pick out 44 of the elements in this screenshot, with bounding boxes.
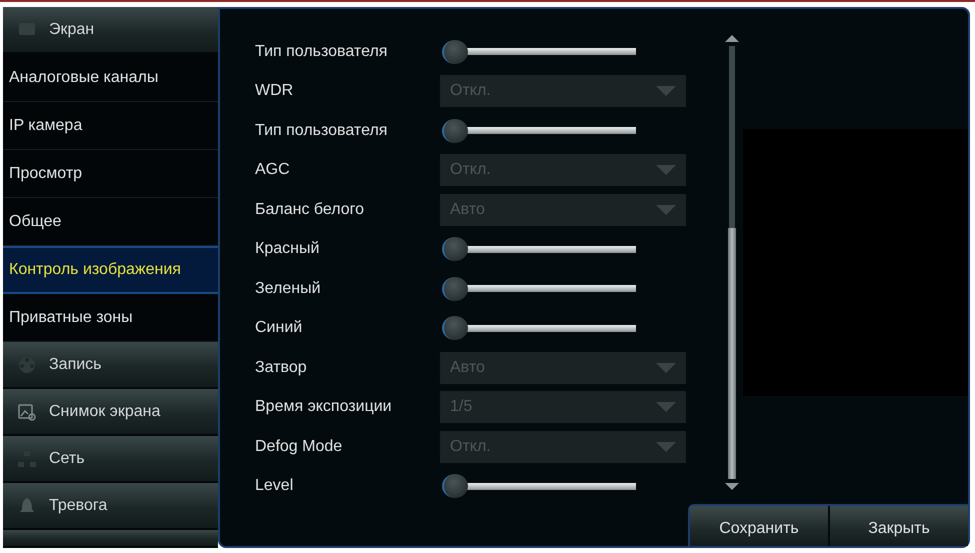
setting-label: Тип пользователя	[255, 42, 388, 61]
caret-icon	[656, 402, 676, 412]
menu-category[interactable]: Экран	[3, 7, 218, 54]
setting-label: Баланс белого	[255, 200, 366, 219]
image-icon	[17, 402, 37, 422]
setting-label: Тип пользователя	[255, 122, 388, 140]
menu-category[interactable]: Тревога	[3, 483, 218, 530]
film-icon	[17, 354, 37, 374]
setting-label: Синий	[255, 319, 304, 338]
setting-label: Время экспозиции	[255, 398, 393, 416]
caret-icon	[656, 165, 676, 176]
scroll-up-icon[interactable]	[725, 35, 739, 42]
network-icon	[17, 448, 37, 468]
setting-label: AGC	[255, 161, 291, 180]
slider-thumb[interactable]	[442, 276, 468, 301]
menu-category-label: Запись	[49, 356, 102, 374]
caret-icon	[656, 442, 676, 452]
setting-label: Defog Mode	[255, 438, 344, 456]
setting-label: Зеленый	[255, 280, 322, 298]
menu-item[interactable]: Контроль изображения	[3, 246, 218, 294]
menu-category-label: Тревога	[49, 496, 108, 514]
menu-category[interactable]: Запись	[3, 342, 218, 389]
scroll-down-icon[interactable]	[725, 483, 739, 490]
scrollbar-thumb[interactable]	[728, 228, 736, 479]
slider-thumb[interactable]	[442, 40, 468, 64]
scrollbar[interactable]	[724, 35, 740, 490]
caret-icon	[656, 362, 676, 373]
menu-category-label: Сеть	[49, 450, 85, 468]
slider-thumb[interactable]	[442, 118, 468, 143]
slider-thumb[interactable]	[442, 237, 468, 262]
caret-icon	[656, 204, 676, 215]
slider-thumb[interactable]	[442, 474, 468, 498]
setting-label: Красный	[255, 240, 320, 258]
menu-category-label: Снимок экрана	[49, 402, 160, 420]
setting-label: WDR	[255, 82, 294, 100]
menu-category[interactable]: Сеть	[3, 436, 218, 483]
menu-category[interactable]: Снимок экрана	[3, 389, 218, 436]
setting-label: Level	[255, 477, 294, 496]
menu-category-label: Экран	[49, 20, 94, 38]
dialog-button[interactable]: Сохранить	[690, 506, 828, 546]
dialog-button[interactable]: Закрыть	[830, 506, 968, 546]
caret-icon	[656, 86, 676, 96]
setting-label: Затвор	[255, 358, 308, 377]
slider-thumb[interactable]	[442, 316, 468, 340]
